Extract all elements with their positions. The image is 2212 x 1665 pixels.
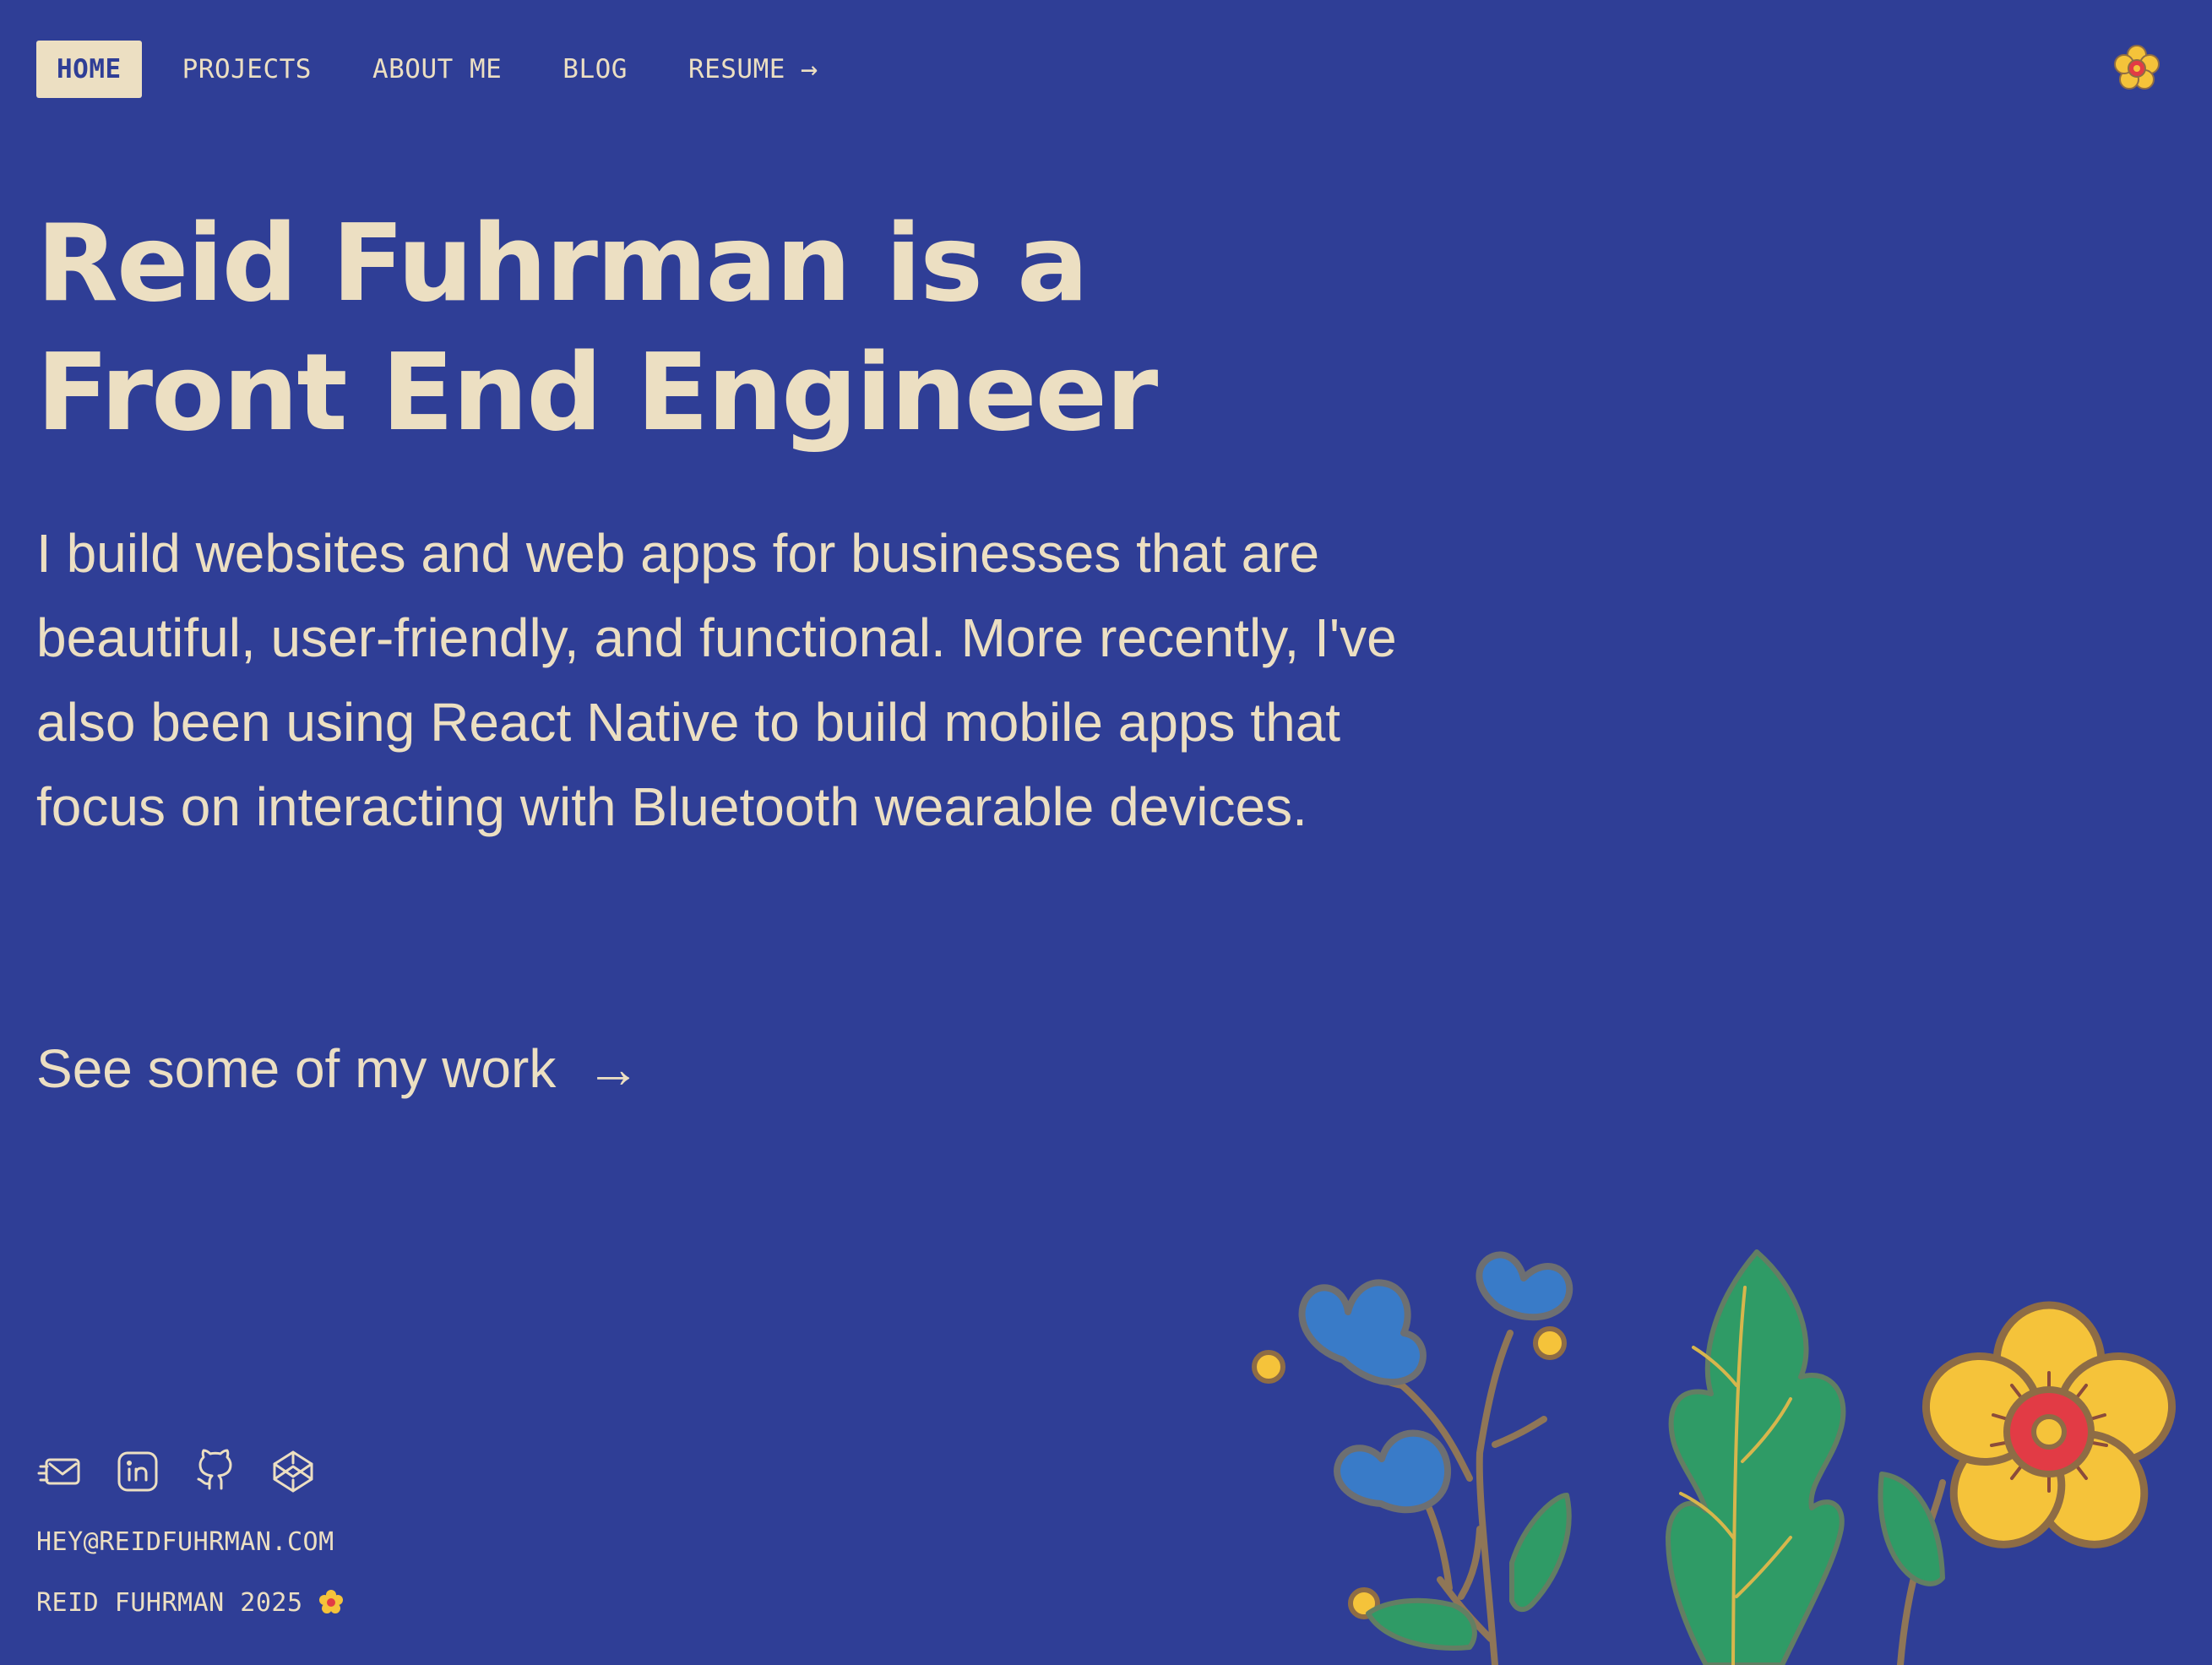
email-link[interactable]: HEY@REIDFUHRMAN.COM [36, 1527, 334, 1557]
nav-resume-label: RESUME [688, 54, 785, 84]
arrow-right-icon: → [586, 1038, 641, 1099]
flower-icon[interactable] [2109, 41, 2165, 96]
social-links [36, 1448, 317, 1495]
copyright-line: REID FUHRMAN 2025 [36, 1586, 347, 1619]
hero-heading-line-1: Reid Fuhrman is a [36, 201, 1089, 325]
nav-about-link[interactable]: ABOUT ME [352, 41, 522, 98]
nav-about-label: ABOUT ME [372, 54, 503, 84]
linkedin-icon[interactable] [114, 1448, 161, 1495]
flower-icon [318, 1590, 343, 1613]
codepen-icon[interactable] [269, 1448, 317, 1495]
nav-projects-link[interactable]: PROJECTS [162, 41, 332, 98]
intro-paragraph: I build websites and web apps for busine… [36, 523, 1397, 837]
github-icon[interactable] [192, 1448, 239, 1495]
top-navigation: HOME PROJECTS ABOUT ME BLOG RESUME → [36, 41, 859, 98]
hero-heading: Reid Fuhrman is a Front End Engineer [36, 199, 1177, 457]
email-icon[interactable] [36, 1448, 84, 1495]
nav-blog-label: BLOG [563, 54, 628, 84]
see-work-label: See some of my work [36, 1038, 557, 1099]
floral-illustration [1233, 1242, 2212, 1665]
nav-home-label: HOME [57, 54, 122, 84]
nav-projects-label: PROJECTS [182, 54, 312, 84]
nav-home-link[interactable]: HOME [36, 41, 142, 98]
see-work-link[interactable]: See some of my work → [36, 1037, 640, 1100]
nav-resume-link[interactable]: RESUME → [668, 41, 839, 98]
arrow-right-icon: → [800, 52, 818, 86]
copyright-text: REID FUHRMAN 2025 [36, 1587, 303, 1618]
nav-blog-link[interactable]: BLOG [542, 41, 648, 98]
hero-heading-line-2: Front End Engineer [36, 330, 1158, 454]
